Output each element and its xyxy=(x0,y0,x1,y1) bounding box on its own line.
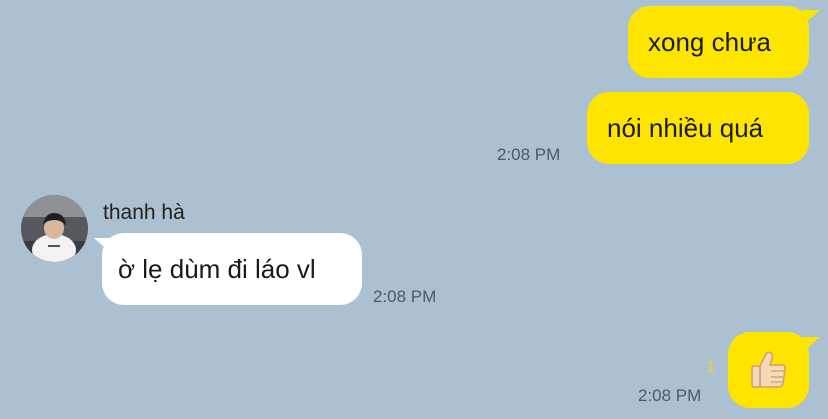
message-timestamp: 2:08 PM xyxy=(497,145,561,164)
profile-photo-icon xyxy=(21,195,88,262)
outgoing-emoji-bubble[interactable] xyxy=(728,332,809,408)
outgoing-message-bubble[interactable]: nói nhiều quá xyxy=(587,92,809,164)
incoming-message-bubble[interactable]: ờ lẹ dùm đi láo vl xyxy=(102,233,362,305)
sender-name: thanh hà xyxy=(103,201,185,224)
chat-message-list[interactable]: xong chưa nói nhiều quá 2:08 PM thanh hà… xyxy=(0,0,828,419)
message-timestamp: 2:08 PM xyxy=(638,386,702,405)
unread-count: 1 xyxy=(706,359,715,376)
message-text: ờ lẹ dùm đi láo vl xyxy=(118,253,316,284)
message-text: nói nhiều quá xyxy=(607,112,764,143)
thumbs-up-icon xyxy=(750,351,786,388)
avatar[interactable] xyxy=(21,195,88,262)
message-timestamp: 2:08 PM xyxy=(373,287,437,306)
message-text: xong chưa xyxy=(648,26,771,57)
outgoing-message-bubble[interactable]: xong chưa xyxy=(628,6,809,78)
